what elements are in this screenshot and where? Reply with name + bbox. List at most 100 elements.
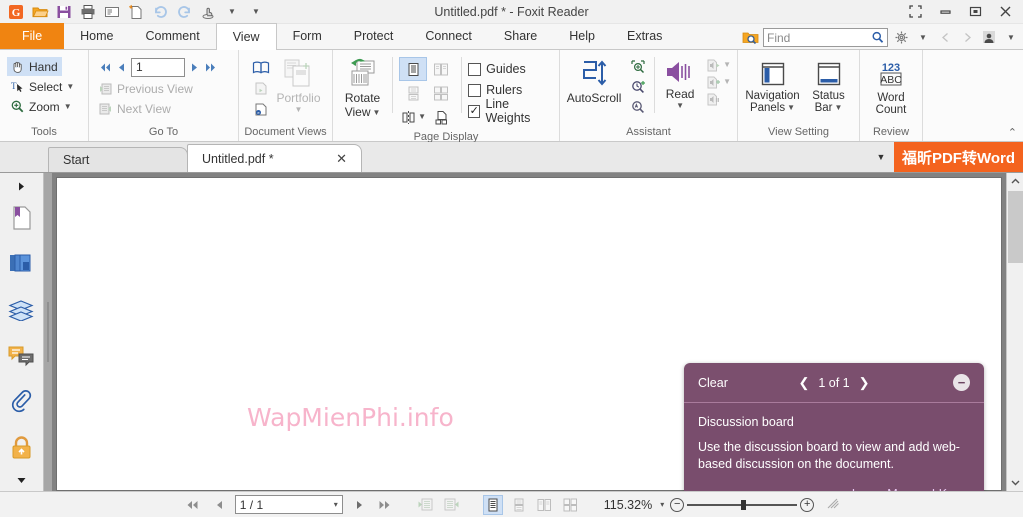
status-page-input[interactable]: 1 / 1 ▾ [234,495,343,514]
book-icon[interactable] [250,57,272,77]
close-icon[interactable]: ✕ [326,151,347,167]
tab-help[interactable]: Help [553,23,611,49]
maximize-button[interactable] [961,2,989,22]
marquee-zoom-icon[interactable] [627,57,649,76]
text-viewer-icon[interactable]: e [250,99,272,119]
status-continuous-view-button[interactable] [509,495,529,515]
tab-home[interactable]: Home [64,23,129,49]
zoom-slider-thumb[interactable] [741,499,747,510]
rotate-view-icon[interactable] [342,57,384,91]
email-icon[interactable] [101,2,123,22]
hand-tool-button[interactable]: Hand [7,57,62,76]
read-from-caret-icon[interactable]: ▼ [723,78,731,86]
vertical-scrollbar[interactable] [1006,173,1023,491]
split-view-caret-icon[interactable]: ▼ [418,113,426,121]
customize-qat-icon[interactable]: ▼ [221,2,243,22]
first-page-button[interactable] [99,62,112,73]
rulers-checkbox[interactable] [468,83,482,97]
next-page-button[interactable] [190,62,199,73]
reverse-view-icon[interactable] [250,78,272,98]
portfolio-icon[interactable] [279,57,319,91]
zoom-in-button[interactable]: + [800,497,815,512]
sidebar-comments[interactable] [3,333,41,379]
qat-overflow-icon[interactable]: ▼ [245,2,267,22]
continuous-facing-layout-button[interactable] [427,81,455,105]
notification-prev-button[interactable]: ❮ [798,375,809,391]
guides-checkbox-row[interactable]: Guides [468,59,553,79]
tab-connect[interactable]: Connect [409,23,488,49]
zoom-tool-button[interactable]: Zoom ▼ [7,97,76,116]
tab-comment[interactable]: Comment [130,23,216,49]
select-tool-button[interactable]: T Select ▼ [7,77,78,96]
clear-notifications-button[interactable]: Clear [698,376,728,390]
read-page-icon[interactable] [705,57,721,73]
status-bar-button[interactable]: Status Bar ▼ [804,58,854,116]
status-last-page-button[interactable] [375,495,395,515]
navigation-panels-button[interactable]: Navigation Panels ▼ [744,58,802,116]
zoom-tool-caret-icon[interactable]: ▼ [64,102,72,111]
collapse-ribbon-button[interactable]: ⌃ [1008,126,1017,139]
minimize-button[interactable] [931,2,959,22]
open-folder-icon[interactable] [29,2,51,22]
next-view-button[interactable]: Next View [95,99,175,118]
pdf-to-word-promo-button[interactable]: 福昕PDF转Word [893,142,1023,172]
read-caret-icon[interactable]: ▼ [676,102,684,110]
status-goto-last-view-button[interactable] [442,495,462,515]
status-first-page-button[interactable] [183,495,203,515]
scroll-down-button[interactable] [1007,474,1023,491]
previous-page-button[interactable] [117,62,126,73]
notification-next-button[interactable]: ❯ [859,375,870,391]
touch-mode-icon[interactable] [197,2,219,22]
line-weights-checkbox-row[interactable]: ✓ Line Weights [468,97,553,125]
find-previous-button[interactable] [936,28,954,47]
zoom-to-icon[interactable] [627,77,649,96]
close-button[interactable] [991,2,1019,22]
sidebar-expand-icon[interactable] [0,177,43,195]
sidebar-pages[interactable] [3,241,41,287]
guides-checkbox[interactable] [468,62,482,76]
find-next-button[interactable] [958,28,976,47]
scroll-up-button[interactable] [1007,173,1023,190]
tab-overflow-icon[interactable]: ▼ [868,152,894,162]
line-weights-checkbox[interactable]: ✓ [468,104,481,118]
undo-icon[interactable] [149,2,171,22]
sidebar-bookmarks[interactable] [3,195,41,241]
foxit-logo-icon[interactable]: G [5,2,27,22]
tab-share[interactable]: Share [488,23,553,49]
tab-form[interactable]: Form [277,23,338,49]
status-single-page-view-button[interactable] [482,494,503,515]
pause-read-icon[interactable] [705,91,721,107]
fullscreen-button[interactable] [901,2,929,22]
navigation-panels-caret-icon[interactable]: ▼ [787,104,795,112]
status-facing-view-button[interactable] [535,495,555,515]
loupe-icon[interactable] [627,97,649,116]
previous-view-button[interactable]: Previous View [95,79,197,98]
search-input[interactable] [767,30,871,45]
status-bar-caret-icon[interactable]: ▼ [834,104,842,112]
zoom-dropdown-icon[interactable]: ▾ [660,500,664,509]
tab-view[interactable]: View [215,23,277,50]
new-from-file-icon[interactable] [125,2,147,22]
read-from-icon[interactable] [705,74,721,90]
zoom-slider-track[interactable] [687,499,798,510]
tab-untitled-pdf[interactable]: Untitled.pdf * ✕ [187,144,362,172]
status-previous-page-button[interactable] [209,495,229,515]
tab-file[interactable]: File [0,23,65,49]
tab-start[interactable]: Start [48,147,188,172]
sidebar-collapse-icon[interactable] [0,471,43,491]
read-speaker-icon[interactable] [660,57,700,87]
autoscroll-icon[interactable] [574,57,614,91]
split-view-button[interactable]: ▼ [399,105,427,129]
find-settings-caret-icon[interactable]: ▼ [914,28,932,47]
print-icon[interactable] [77,2,99,22]
sidebar-layers[interactable] [3,287,41,333]
status-continuous-facing-view-button[interactable] [561,495,581,515]
zoom-out-button[interactable]: − [670,497,685,512]
account-caret-icon[interactable]: ▼ [1002,28,1020,47]
minimize-notification-button[interactable]: − [953,374,970,391]
status-next-page-button[interactable] [349,495,369,515]
gear-icon[interactable] [892,28,910,47]
sidebar-security[interactable] [3,425,41,471]
rotate-view-caret-icon[interactable]: ▼ [373,108,381,117]
tab-extras[interactable]: Extras [611,23,678,49]
